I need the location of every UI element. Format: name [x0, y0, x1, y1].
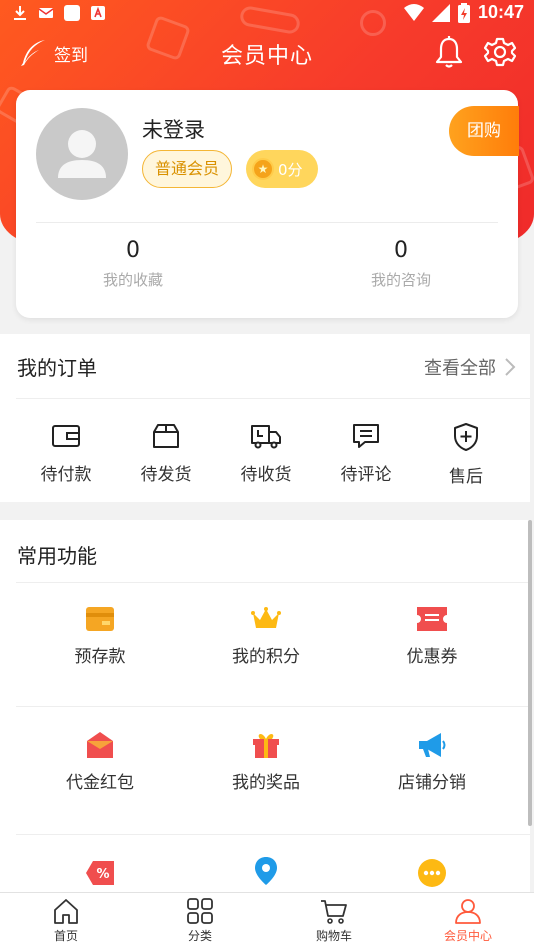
divider: [36, 222, 498, 223]
discount-tag-icon: %: [86, 861, 114, 885]
stat-value: 0: [126, 238, 140, 263]
clock: 10:47: [477, 2, 524, 22]
order-pending-review[interactable]: 待评论: [316, 422, 416, 485]
view-all-label: 查看全部: [424, 358, 496, 379]
bottom-nav: 首页 分类 购物车 会员中心: [0, 892, 534, 948]
func-discount[interactable]: %: [16, 858, 184, 892]
app-square-icon: [64, 5, 80, 21]
nav-label: 分类: [187, 929, 212, 943]
grid-icon: [187, 898, 213, 924]
megaphone-icon: [419, 733, 446, 757]
func-address[interactable]: [182, 856, 350, 892]
svg-text:%: %: [96, 867, 109, 882]
settings-gear-icon[interactable]: [484, 36, 516, 68]
avatar[interactable]: [36, 108, 128, 200]
view-all-orders-link[interactable]: 查看全部: [424, 354, 516, 380]
orders-section: 我的订单 查看全部 待付款 待发货 待收货 待评论 售后: [0, 334, 530, 502]
crown-icon: [251, 607, 281, 628]
order-pending-receipt[interactable]: 待收货: [216, 422, 316, 485]
func-label: 优惠券: [406, 647, 458, 667]
order-label: 售后: [449, 467, 483, 487]
func-red-envelope[interactable]: 代金红包: [16, 730, 184, 793]
star-coin-icon: ★: [252, 158, 274, 180]
order-after-sales[interactable]: 售后: [416, 422, 516, 487]
profile-card: 未登录 普通会员 ★ 0分 团购 0 我的收藏 0 我的咨询: [16, 90, 519, 318]
stat-label: 我的收藏: [102, 271, 163, 289]
order-label: 待评论: [340, 465, 392, 485]
stat-value: 0: [394, 238, 408, 263]
group-buy-button[interactable]: 团购: [449, 106, 519, 156]
divider: [16, 398, 530, 399]
download-icon: [14, 6, 26, 20]
nav-home[interactable]: 首页: [16, 897, 116, 944]
gift-icon: [253, 734, 279, 758]
points-badge[interactable]: ★ 0分: [246, 150, 318, 188]
func-more[interactable]: [348, 858, 516, 892]
func-label: 我的积分: [232, 647, 300, 667]
shield-plus-icon: [454, 423, 478, 451]
section-title: 我的订单: [17, 356, 97, 380]
order-label: 待付款: [40, 465, 92, 485]
member-level-badge: 普通会员: [142, 150, 233, 188]
func-prizes[interactable]: 我的奖品: [182, 730, 350, 793]
text-a-icon: [91, 6, 105, 20]
stat-label: 我的咨询: [370, 271, 431, 289]
ticket-icon: [417, 607, 447, 631]
nav-label: 购物车: [315, 929, 352, 943]
user-icon: [455, 899, 481, 924]
scrollbar[interactable]: [528, 520, 532, 826]
nav-label: 会员中心: [443, 929, 492, 943]
stat-favorites[interactable]: 0 我的收藏: [53, 238, 213, 290]
func-points[interactable]: 我的积分: [182, 604, 350, 667]
divider: [16, 706, 530, 707]
box-icon: [153, 424, 179, 448]
stat-inquiries[interactable]: 0 我的咨询: [321, 238, 481, 290]
func-label: 预存款: [74, 647, 126, 667]
points-value: 0分: [278, 160, 303, 179]
home-icon: [54, 899, 78, 924]
divider: [16, 582, 530, 583]
cart-icon: [321, 900, 347, 924]
wallet-icon: [52, 425, 80, 447]
func-distribution[interactable]: 店铺分销: [348, 730, 516, 793]
order-label: 待收货: [240, 465, 292, 485]
signal-icon: [431, 3, 450, 22]
card-icon: [86, 607, 114, 631]
section-title: 常用功能: [17, 544, 97, 568]
nav-label: 首页: [53, 929, 78, 943]
comment-icon: [353, 424, 379, 448]
func-label: 店铺分销: [398, 773, 466, 793]
status-bar: 10:47: [0, 0, 534, 28]
title-bar: 签到 会员中心: [0, 30, 534, 76]
order-pending-payment[interactable]: 待付款: [16, 422, 116, 485]
func-label: 代金红包: [66, 773, 134, 793]
location-pin-icon: [255, 857, 277, 885]
divider: [16, 834, 530, 835]
common-functions-section: 常用功能 预存款 我的积分 优惠券 代金红包 我的奖品 店铺分销 %: [0, 520, 530, 892]
default-user-icon: [58, 130, 106, 178]
truck-icon: [251, 425, 281, 449]
battery-icon: [457, 2, 470, 23]
username[interactable]: 未登录: [142, 114, 205, 144]
more-dots-icon: [418, 859, 446, 887]
order-pending-shipment[interactable]: 待发货: [116, 422, 216, 485]
bell-icon[interactable]: [434, 36, 464, 68]
wifi-icon: [403, 3, 424, 21]
func-label: 我的奖品: [232, 773, 300, 793]
func-coupons[interactable]: 优惠券: [348, 604, 516, 667]
chevron-right-icon: [505, 358, 516, 376]
nav-category[interactable]: 分类: [150, 897, 250, 944]
func-prepaid[interactable]: 预存款: [16, 604, 184, 667]
mail-icon: [38, 8, 54, 18]
nav-cart[interactable]: 购物车: [284, 897, 384, 944]
order-label: 待发货: [140, 465, 192, 485]
red-envelope-icon: [87, 732, 113, 758]
nav-member-center[interactable]: 会员中心: [418, 897, 518, 944]
